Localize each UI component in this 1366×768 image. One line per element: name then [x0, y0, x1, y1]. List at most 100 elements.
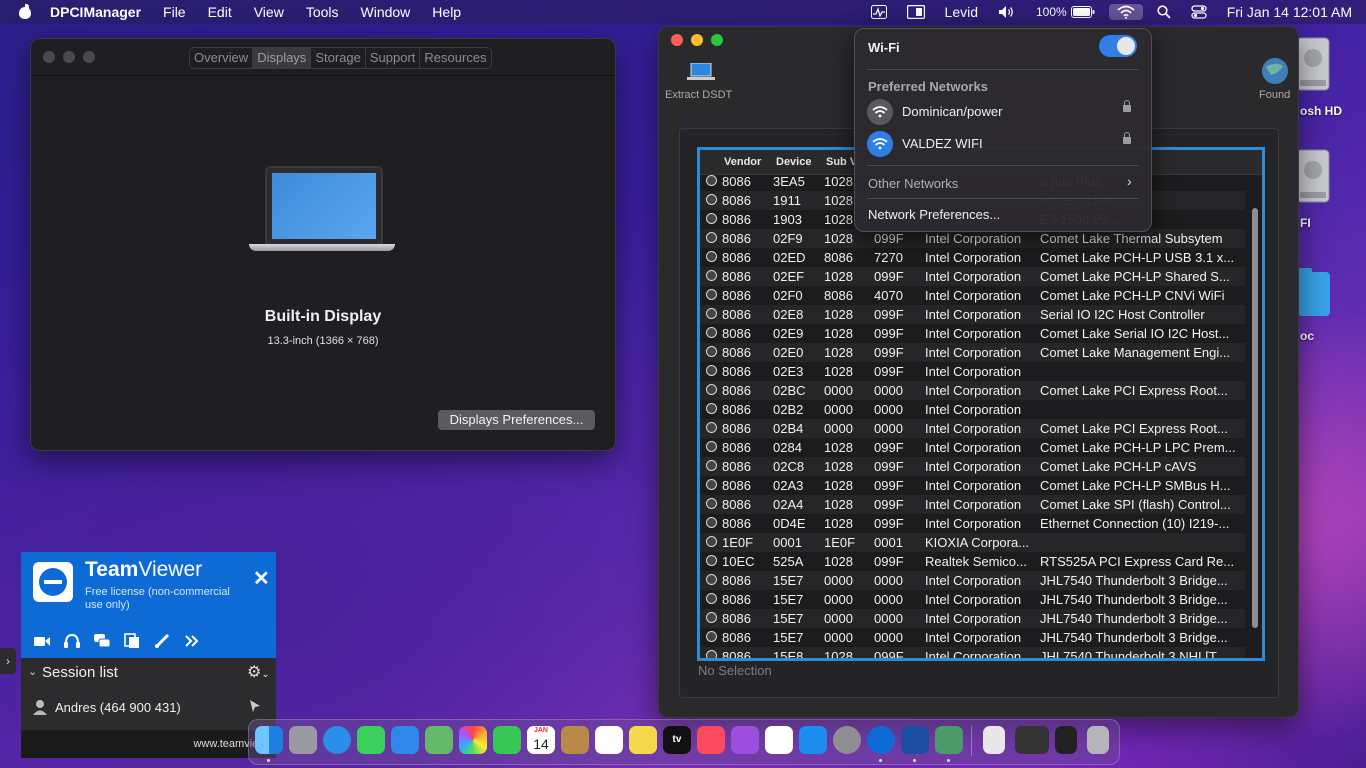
tab-overview[interactable]: Overview	[190, 48, 254, 68]
table-row[interactable]: 8086 02A3 1028 099F Intel Corporation Comet L…	[700, 476, 1245, 495]
system-preferences-icon[interactable]	[833, 726, 861, 754]
app-store-icon[interactable]	[799, 726, 827, 754]
hackintool-icon[interactable]	[935, 726, 963, 754]
close-icon[interactable]: ✕	[253, 566, 270, 591]
session-list-label[interactable]: Session list	[42, 664, 118, 681]
teamviewer-expand-handle[interactable]: ›	[0, 648, 16, 674]
hard-drive-icon[interactable]	[1296, 36, 1330, 92]
menu-edit[interactable]: Edit	[208, 4, 232, 20]
menu-tools[interactable]: Tools	[306, 4, 339, 20]
menu-app-name[interactable]: DPCIManager	[50, 4, 141, 20]
more-icon[interactable]	[183, 633, 201, 649]
control-center-icon[interactable]	[1191, 5, 1207, 19]
table-row[interactable]: 8086 02B4 0000 0000 Intel Corporation Comet L…	[700, 419, 1245, 438]
menu-file[interactable]: File	[163, 4, 186, 20]
minimize-button[interactable]	[691, 34, 703, 46]
found-button[interactable]: Found	[1259, 89, 1290, 101]
table-row[interactable]: 8086 02EF 1028 099F Intel Corporation Comet L…	[700, 267, 1245, 286]
displays-preferences-button[interactable]: Displays Preferences...	[438, 410, 595, 430]
chevron-down-icon[interactable]: ⌄	[28, 665, 37, 678]
menu-user-name[interactable]: Levid	[945, 4, 978, 20]
music-icon[interactable]	[697, 726, 725, 754]
globe-icon[interactable]	[1261, 57, 1289, 85]
photos-icon[interactable]	[459, 726, 487, 754]
contacts-icon[interactable]	[561, 726, 589, 754]
menu-view[interactable]: View	[254, 4, 284, 20]
podcasts-icon[interactable]	[731, 726, 759, 754]
network-item-dominican[interactable]: Dominican/power	[867, 98, 1139, 125]
column-device[interactable]: Device	[776, 156, 811, 168]
launchpad-icon[interactable]	[289, 726, 317, 754]
cursor-icon[interactable]	[248, 699, 262, 718]
trash-icon[interactable]	[1087, 726, 1109, 754]
headset-icon[interactable]	[63, 633, 81, 649]
table-row[interactable]: 8086 02E0 1028 099F Intel Corporation Comet L…	[700, 343, 1245, 362]
tab-displays[interactable]: Displays	[253, 48, 312, 68]
whiteboard-icon[interactable]	[153, 633, 171, 649]
table-row[interactable]: 10EC 525A 1028 099F Realtek Semico... RTS525A…	[700, 552, 1245, 571]
extract-dsdt-button[interactable]: Extract DSDT	[665, 89, 732, 101]
files-icon[interactable]	[123, 633, 141, 649]
table-row[interactable]: 8086 15E7 0000 0000 Intel Corporation JHL7540…	[700, 628, 1245, 647]
network-preferences-item[interactable]: Network Preferences...	[868, 207, 1000, 222]
battery-icon[interactable]	[1070, 6, 1095, 18]
menu-help[interactable]: Help	[432, 4, 461, 20]
zoom-button[interactable]	[711, 34, 723, 46]
minimized-window-icon-2[interactable]	[1055, 726, 1077, 754]
zoom-button[interactable]	[83, 51, 95, 63]
notes-icon[interactable]	[629, 726, 657, 754]
other-networks-item[interactable]: Other Networks	[868, 176, 958, 191]
menu-window[interactable]: Window	[361, 4, 411, 20]
wifi-toggle[interactable]	[1099, 35, 1137, 57]
column-vendor[interactable]: Vendor	[724, 156, 761, 168]
finder-icon[interactable]	[255, 726, 283, 754]
table-row[interactable]: 8086 15E7 0000 0000 Intel Corporation JHL7540…	[700, 609, 1245, 628]
calendar-icon[interactable]: JAN 14	[527, 726, 555, 754]
laptop-icon[interactable]	[687, 62, 715, 81]
tab-storage[interactable]: Storage	[311, 48, 366, 68]
wifi-menu-icon[interactable]	[1108, 4, 1143, 20]
session-user[interactable]: Andres (464 900 431)	[55, 700, 181, 715]
activity-monitor-icon[interactable]	[870, 5, 887, 19]
table-row[interactable]: 8086 15E8 1028 099F Intel Corporation JHL7540…	[700, 647, 1245, 658]
external-drive-icon[interactable]	[1296, 148, 1330, 204]
table-row[interactable]: 8086 02E9 1028 099F Intel Corporation Comet L…	[700, 324, 1245, 343]
safari-icon[interactable]	[323, 726, 351, 754]
reminders-icon[interactable]	[595, 726, 623, 754]
network-item-valdez[interactable]: VALDEZ WIFI	[867, 130, 1139, 157]
table-row[interactable]: 8086 02C8 1028 099F Intel Corporation Comet L…	[700, 457, 1245, 476]
table-row[interactable]: 8086 02B2 0000 0000 Intel Corporation	[700, 400, 1245, 419]
table-row[interactable]: 1E0F 0001 1E0F 0001 KIOXIA Corpora...	[700, 533, 1245, 552]
table-row[interactable]: 8086 15E7 0000 0000 Intel Corporation JHL7540…	[700, 571, 1245, 590]
news-icon[interactable]	[765, 726, 793, 754]
table-row[interactable]: 8086 0D4E 1028 099F Intel Corporation Etherne…	[700, 514, 1245, 533]
maps-icon[interactable]	[425, 726, 453, 754]
apple-tv-icon[interactable]: tv	[663, 726, 691, 754]
gear-icon[interactable]: ⚙⌄	[247, 662, 270, 682]
table-row[interactable]: 8086 02ED 8086 7270 Intel Corporation Comet L…	[700, 248, 1245, 267]
apple-menu-icon[interactable]	[18, 4, 32, 20]
tab-resources[interactable]: Resources	[420, 48, 490, 68]
document-icon[interactable]	[983, 726, 1005, 754]
tab-support[interactable]: Support	[366, 48, 421, 68]
table-row[interactable]: 8086 02E8 1028 099F Intel Corporation Serial …	[700, 305, 1245, 324]
mail-icon[interactable]	[391, 726, 419, 754]
teamviewer-dock-icon[interactable]	[867, 726, 895, 754]
messages-icon[interactable]	[357, 726, 385, 754]
close-button[interactable]	[43, 51, 55, 63]
column-sub-vendor[interactable]: Sub V	[826, 156, 857, 168]
folder-icon[interactable]	[1298, 268, 1330, 316]
minimized-window-icon[interactable]	[1015, 726, 1049, 754]
display-mirror-icon[interactable]	[906, 5, 925, 19]
spotlight-search-icon[interactable]	[1157, 5, 1171, 19]
volume-icon[interactable]	[998, 5, 1016, 19]
dpcimanager-dock-icon[interactable]	[901, 726, 929, 754]
chat-icon[interactable]	[93, 633, 111, 649]
table-row[interactable]: 8086 02F0 8086 4070 Intel Corporation Comet L…	[700, 286, 1245, 305]
facetime-icon[interactable]	[493, 726, 521, 754]
table-row[interactable]: 8086 02BC 0000 0000 Intel Corporation Comet L…	[700, 381, 1245, 400]
close-button[interactable]	[671, 34, 683, 46]
table-row[interactable]: 8086 0284 1028 099F Intel Corporation Comet L…	[700, 438, 1245, 457]
table-row[interactable]: 8086 15E7 0000 0000 Intel Corporation JHL7540…	[700, 590, 1245, 609]
menu-clock[interactable]: Fri Jan 14 12:01 AM	[1227, 4, 1352, 20]
